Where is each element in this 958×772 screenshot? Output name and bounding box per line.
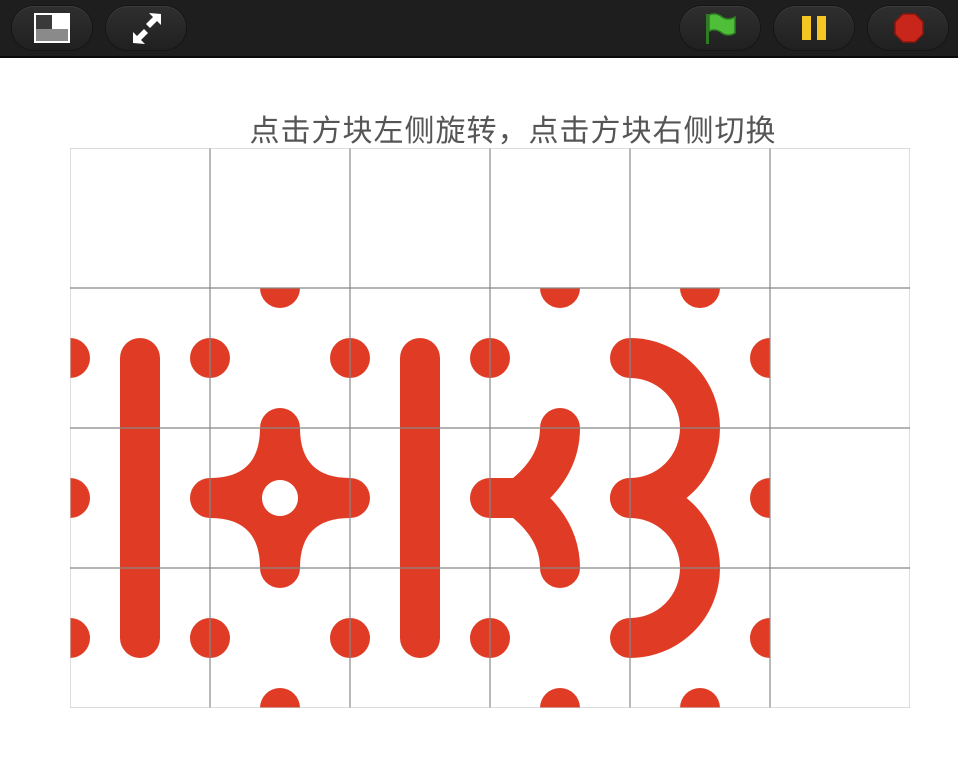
piece-bar	[120, 338, 160, 658]
fullscreen-button[interactable]	[106, 6, 186, 50]
green-flag-button[interactable]	[680, 6, 760, 50]
tile-empty[interactable]	[770, 568, 910, 708]
tile-empty[interactable]	[210, 148, 350, 288]
puzzle-board	[70, 148, 910, 708]
tile-curve-pattern[interactable]	[210, 288, 350, 428]
expand-arrows-icon	[133, 13, 161, 44]
tile-empty[interactable]	[770, 288, 910, 428]
stop-button[interactable]	[868, 6, 948, 50]
instruction-text: 点击方块左侧旋转，点击方块右侧切换	[249, 114, 777, 149]
layout-icon	[34, 13, 70, 43]
tile-empty[interactable]	[770, 148, 910, 288]
stop-icon	[894, 13, 924, 43]
tile-empty[interactable]	[770, 428, 910, 568]
tile-curve-pattern[interactable]	[490, 568, 630, 708]
piece-bar	[400, 338, 440, 658]
player-toolbar	[0, 0, 958, 58]
tile-empty[interactable]	[70, 148, 210, 288]
pause-button[interactable]	[774, 6, 854, 50]
tile-empty[interactable]	[490, 148, 630, 288]
green-flag-icon	[706, 13, 736, 44]
tile-empty[interactable]	[350, 148, 490, 288]
tile-empty[interactable]	[630, 148, 770, 288]
tile-curve-pattern[interactable]	[490, 288, 630, 428]
layout-toggle-button[interactable]	[12, 6, 92, 50]
tile-curve-pattern[interactable]	[210, 568, 350, 708]
pause-icon	[802, 16, 826, 40]
